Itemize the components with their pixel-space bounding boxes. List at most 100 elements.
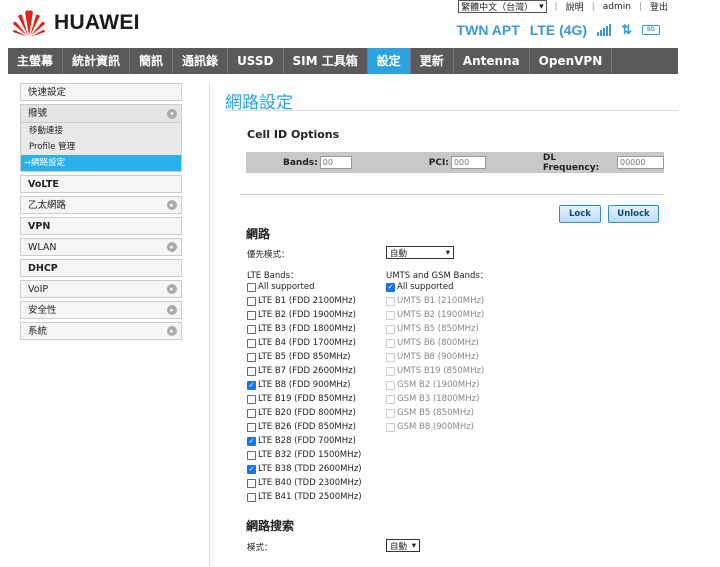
signal-strength-icon (597, 24, 612, 36)
sidebar-subitem[interactable]: Profile 管理 (21, 139, 181, 155)
checkbox[interactable] (247, 394, 256, 404)
battery-label: 5G (646, 27, 655, 33)
band-option[interactable]: LTE B4 (FDD 1700MHz) (247, 336, 362, 350)
user-name: admin (602, 1, 631, 12)
sidebar-item[interactable]: VPN (20, 217, 182, 235)
nav-tab[interactable]: 簡訊 (130, 48, 174, 74)
nav-tab[interactable]: 通訊錄 (173, 48, 229, 74)
band-option[interactable]: ✓ All supported (386, 280, 484, 294)
sidebar-item[interactable]: VoLTE (20, 175, 182, 193)
band-label: UMTS B1 (2100MHz) (397, 296, 485, 306)
band-label: UMTS B19 (850MHz) (397, 366, 485, 376)
checkbox[interactable] (247, 324, 256, 334)
checkbox[interactable] (247, 478, 256, 488)
checkbox[interactable] (247, 310, 256, 320)
help-link[interactable]: 說明 (566, 0, 584, 13)
search-mode-select[interactable]: 自動 ▾ (386, 539, 420, 552)
band-option[interactable]: LTE B20 (FDD 800MHz) (247, 406, 362, 420)
checkbox[interactable] (247, 422, 256, 432)
band-label: LTE B20 (FDD 800MHz) (258, 408, 356, 418)
band-option: UMTS B1 (2100MHz) (386, 294, 484, 308)
nav-tab[interactable]: 統計資訊 (63, 48, 131, 74)
nav-tab[interactable]: Antenna (454, 48, 530, 74)
divider: | (591, 1, 595, 12)
nav-tab[interactable]: SIM 工具箱 (284, 48, 368, 74)
band-option[interactable]: LTE B2 (FDD 1900MHz) (247, 308, 362, 322)
pci-input[interactable] (450, 156, 486, 169)
nav-tab[interactable]: OpenVPN (530, 48, 613, 74)
band-label: UMTS B8 (900MHz) (397, 352, 479, 362)
band-label: LTE B8 (FDD 900MHz) (258, 380, 351, 390)
carrier-name: TWN APT (456, 22, 520, 38)
checkbox (386, 338, 395, 348)
band-option[interactable]: LTE B32 (FDD 1500MHz) (247, 448, 362, 462)
band-option[interactable]: ✓ LTE B8 (FDD 900MHz) (247, 378, 362, 392)
band-option[interactable]: ✓ LTE B38 (TDD 2600MHz) (247, 462, 362, 476)
language-select[interactable]: 繁體中文（台灣） ▾ (458, 0, 547, 13)
expand-icon: ▸ (167, 242, 177, 252)
checkbox-checked[interactable]: ✓ (386, 282, 395, 292)
divider: | (554, 1, 558, 12)
sidebar-item[interactable]: DHCP (20, 259, 182, 277)
checkbox[interactable] (247, 408, 256, 418)
lock-button[interactable]: Lock (559, 205, 601, 223)
nav-tab[interactable]: 主螢幕 (8, 48, 64, 74)
data-transfer-icon: ⇅ (621, 22, 632, 37)
sidebar-item[interactable]: VoIP ▸ (20, 280, 182, 298)
sidebar-item[interactable]: 安全性 ▸ (20, 301, 182, 319)
sidebar-item-label: 撥號 (28, 107, 48, 119)
sidebar-subitem-label: 網路設定 (31, 158, 66, 168)
band-option[interactable]: LTE B26 (FDD 850MHz) (247, 420, 362, 434)
sidebar-item[interactable]: 系統 ▸ (20, 322, 182, 340)
logout-link[interactable]: 登出 (650, 0, 668, 13)
band-option[interactable]: LTE B40 (TDD 2300MHz) (247, 476, 362, 490)
bands-input[interactable] (319, 156, 352, 169)
sidebar-subitem[interactable]: 移動連接 (21, 123, 181, 139)
sidebar-item-dial[interactable]: 撥號 ▾ (21, 105, 181, 123)
band-option[interactable]: LTE B3 (FDD 1800MHz) (247, 322, 362, 336)
sidebar-items: VoLTE 乙太網路 ▸ VPN WLAN ▸ DHCP VoIP ▸ 安全性 ▸ 系統 ▸ (20, 175, 182, 340)
band-option[interactable]: LTE B7 (FDD 2600MHz) (247, 364, 362, 378)
band-label: LTE B41 (TDD 2500MHz) (258, 492, 362, 502)
band-option[interactable]: LTE B1 (FDD 2100MHz) (247, 294, 362, 308)
checkbox[interactable] (247, 492, 256, 502)
sidebar-item[interactable]: WLAN ▸ (20, 238, 182, 256)
band-option[interactable]: LTE B19 (FDD 850MHz) (247, 392, 362, 406)
checkbox[interactable] (247, 366, 256, 376)
sidebar-item-quick-setup[interactable]: 快速設定 (20, 83, 182, 101)
sidebar-group-dial: 撥號 ▾ 移動連接 Profile 管理 →網路設定 (20, 104, 182, 172)
checkbox (386, 296, 395, 306)
sidebar-item[interactable]: 乙太網路 ▸ (20, 196, 182, 214)
sidebar-item-label: 系統 (28, 325, 48, 337)
nav-tab[interactable]: 設定 (367, 48, 411, 74)
band-label: LTE B28 (FDD 700MHz) (258, 436, 356, 446)
network-type: LTE (4G) (529, 22, 588, 38)
nav-tab[interactable]: USSD (228, 48, 284, 74)
checkbox[interactable] (247, 338, 256, 348)
band-label: LTE B3 (FDD 1800MHz) (258, 324, 356, 334)
sidebar-item-label: 安全性 (28, 304, 57, 316)
checkbox[interactable] (247, 282, 256, 292)
band-label: LTE B5 (FDD 850MHz) (258, 352, 351, 362)
divider (240, 194, 664, 195)
checkbox[interactable] (247, 296, 256, 306)
checkbox[interactable] (247, 352, 256, 362)
unlock-button[interactable]: Unlock (608, 205, 659, 223)
divider: | (638, 1, 642, 12)
band-option[interactable]: LTE B41 (TDD 2500MHz) (247, 490, 362, 504)
checkbox[interactable] (247, 450, 256, 460)
checkbox-checked[interactable]: ✓ (247, 380, 256, 390)
band-label: All supported (397, 282, 454, 292)
priority-mode-select[interactable]: 自動 ▾ (386, 246, 454, 259)
band-label: LTE B38 (TDD 2600MHz) (258, 464, 362, 474)
band-label: UMTS B5 (850MHz) (397, 324, 479, 334)
checkbox-checked[interactable]: ✓ (247, 436, 256, 446)
sidebar-subitem[interactable]: →網路設定 (21, 155, 181, 171)
band-option: UMTS B8 (900MHz) (386, 350, 484, 364)
band-option[interactable]: LTE B5 (FDD 850MHz) (247, 350, 362, 364)
checkbox-checked[interactable]: ✓ (247, 464, 256, 474)
band-option[interactable]: All supported (247, 280, 362, 294)
dl-frequency-input[interactable] (617, 156, 664, 169)
band-option[interactable]: ✓ LTE B28 (FDD 700MHz) (247, 434, 362, 448)
nav-tab[interactable]: 更新 (411, 48, 454, 74)
